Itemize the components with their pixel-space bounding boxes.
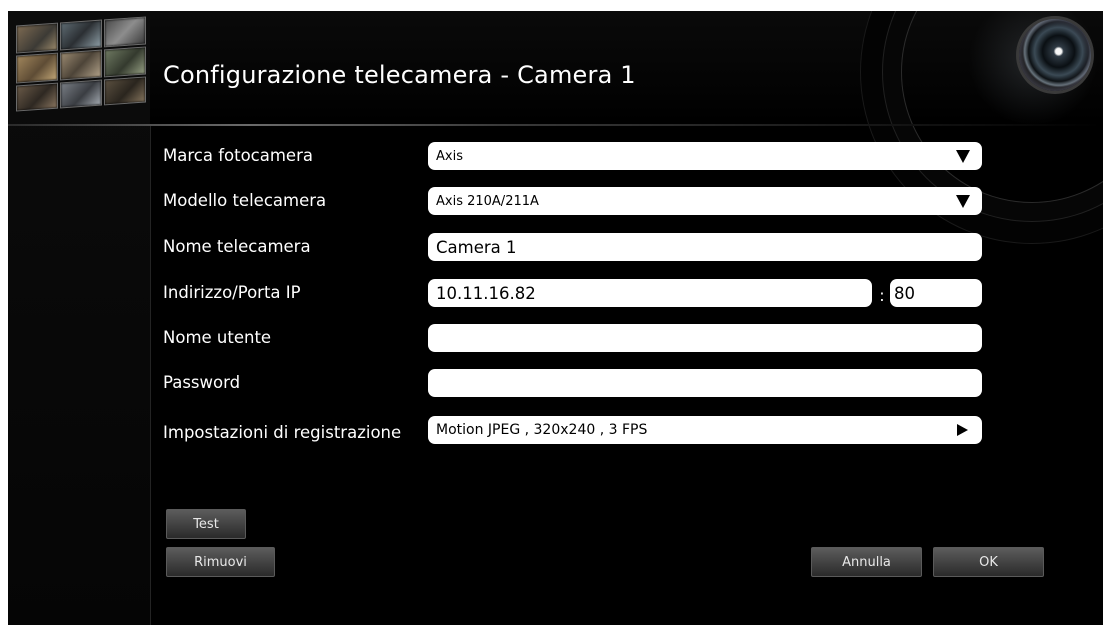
port-input[interactable]: 80 [890, 279, 982, 307]
dialog-window: Configurazione telecamera - Camera 1 Mar… [8, 11, 1103, 625]
chevron-right-icon [957, 424, 968, 436]
left-sidebar [8, 11, 151, 625]
camera-grid-thumbnail-icon [16, 16, 146, 112]
camera-name-input[interactable]: Camera 1 [428, 233, 982, 261]
chevron-down-icon [956, 149, 970, 163]
camera-lens-icon [1019, 19, 1091, 91]
ip-label: Indirizzo/Porta IP [163, 283, 301, 302]
username-label: Nome utente [163, 328, 272, 347]
brand-label: Marca fotocamera [163, 146, 313, 165]
header-divider [8, 124, 1103, 126]
ip-address-value: 10.11.16.82 [436, 283, 536, 303]
recording-settings-button[interactable]: Motion JPEG , 320x240 , 3 FPS [428, 416, 982, 444]
recording-label: Impostazioni di registrazione [163, 423, 402, 442]
password-label: Password [163, 373, 241, 392]
camera-name-value: Camera 1 [436, 237, 517, 257]
port-value: 80 [894, 283, 915, 303]
cancel-button[interactable]: Annulla [811, 547, 922, 577]
recording-value: Motion JPEG , 320x240 , 3 FPS [436, 422, 648, 438]
screen: Configurazione telecamera - Camera 1 Mar… [0, 0, 1103, 625]
dialog-title: Configurazione telecamera - Camera 1 [163, 61, 636, 89]
brand-select[interactable]: Axis [428, 142, 982, 170]
ip-port-separator: : [879, 286, 885, 305]
username-input[interactable] [428, 324, 982, 352]
test-button[interactable]: Test [166, 509, 246, 539]
model-value: Axis 210A/211A [436, 193, 539, 209]
model-label: Modello telecamera [163, 191, 327, 210]
model-select[interactable]: Axis 210A/211A [428, 187, 982, 215]
ok-button[interactable]: OK [933, 547, 1044, 577]
chevron-down-icon [956, 194, 970, 208]
remove-button[interactable]: Rimuovi [166, 547, 275, 577]
camera-name-label: Nome telecamera [163, 237, 311, 256]
password-input[interactable] [428, 369, 982, 397]
ip-address-input[interactable]: 10.11.16.82 [428, 279, 872, 307]
brand-value: Axis [436, 148, 463, 164]
